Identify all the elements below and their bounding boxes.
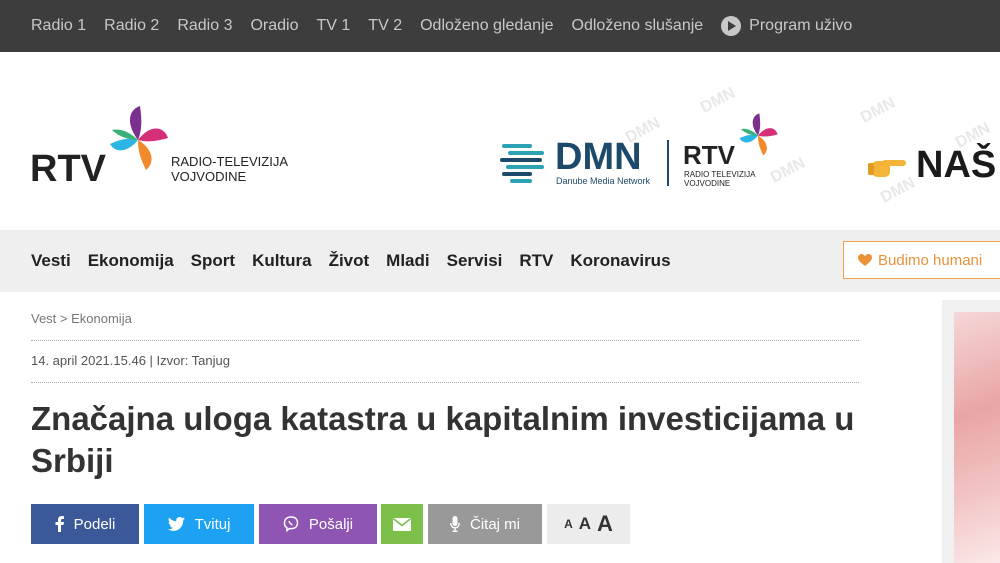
divider [31,382,859,383]
nav-item-koronavirus[interactable]: Koronavirus [570,251,670,271]
dmn-separator [667,140,669,186]
rtv-logo-subtitle: RADIO-TELEVIZIJA VOJVODINE [171,154,289,184]
article-meta: 14. april 2021.15.46 | Izvor: Tanjug [31,353,230,368]
font-size-control: A A A [547,504,630,544]
nav-item-ekonomija[interactable]: Ekonomija [88,251,174,271]
font-size-medium-button[interactable]: A [579,514,591,534]
program-uzivo-label: Program uživo [749,17,853,34]
topbar-oradio[interactable]: Oradio [250,17,298,35]
topbar-tv1[interactable]: TV 1 [317,17,351,35]
divider [31,340,859,341]
dmn-banner[interactable]: DMN Danube Media Network RTV RADIO TELEV… [500,112,800,192]
envelope-icon [393,517,411,531]
viber-share-label: Pošalji [308,515,354,533]
rtv-pinwheel-small-icon [739,113,778,156]
ad-image [954,312,1000,563]
article-title: Značajna uloga katastra u kapitalnim inv… [31,400,855,479]
budimo-humani-label: Budimo humani [878,251,983,269]
microphone-icon [450,516,460,532]
twitter-share-label: Tvituj [194,515,231,533]
nas-text: NAŠ [916,144,997,186]
dmn-waves-icon [500,144,544,183]
email-share-button[interactable] [381,504,423,544]
topbar-program-uzivo[interactable]: Program uživo [721,16,852,36]
dmn-subtitle: Danube Media Network [556,176,651,186]
nas-banner[interactable]: NAŠ [868,144,996,187]
read-aloud-button[interactable]: Čitaj mi [428,504,542,544]
topbar-radio1[interactable]: Radio 1 [31,17,86,35]
nav-item-sport[interactable]: Sport [191,251,235,271]
rtv-logo[interactable]: RTV RADIO-TELEVIZIJA VOJVODINE [30,104,290,194]
topbar-radio3[interactable]: Radio 3 [177,17,232,35]
nav-item-rtv[interactable]: RTV [519,251,553,271]
facebook-share-label: Podeli [73,515,116,533]
dmn-title: DMN [555,136,642,178]
font-size-small-button[interactable]: A [564,517,573,531]
header: DMN DMN DMN DMN DMN DMN RTV RADIO-TELEVI… [0,52,1000,230]
topbar-tv2[interactable]: TV 2 [368,17,402,35]
font-size-large-button[interactable]: A [597,511,613,537]
twitter-icon [167,517,185,531]
topbar-odlozeno-slusanje[interactable]: Odloženo slušanje [572,17,704,35]
pointing-hand-icon [868,159,906,177]
facebook-share-button[interactable]: Podeli [31,504,139,544]
sidebar-ad[interactable] [942,300,1000,563]
budimo-humani-button[interactable]: Budimo humani [843,241,1000,279]
nav-item-vesti[interactable]: Vesti [31,251,71,271]
topbar-radio2[interactable]: Radio 2 [104,17,159,35]
twitter-share-button[interactable]: Tvituj [144,504,254,544]
topbar-odlozeno-gledanje[interactable]: Odloženo gledanje [420,17,553,35]
viber-share-button[interactable]: Pošalji [259,504,377,544]
watermark-text: DMN [857,94,899,127]
heart-icon [858,253,872,266]
facebook-icon [55,516,64,532]
breadcrumb[interactable]: Vest > Ekonomija [31,311,132,326]
nav-item-kultura[interactable]: Kultura [252,251,312,271]
dmn-rtv-subtitle: RADIO TELEVIZIJA VOJVODINE [684,170,756,188]
read-aloud-label: Čitaj mi [469,515,520,533]
play-icon [721,16,742,36]
nav-item-mladi[interactable]: Mladi [386,251,429,271]
rtv-logo-text: RTV [30,148,106,190]
viber-icon [283,516,299,532]
nav-item-zivot[interactable]: Život [329,251,370,271]
top-bar: Radio 1 Radio 2 Radio 3 Oradio TV 1 TV 2… [0,0,1000,52]
rtv-pinwheel-icon [110,106,168,170]
nav-item-servisi[interactable]: Servisi [447,251,503,271]
dmn-rtv-text: RTV [683,140,735,170]
